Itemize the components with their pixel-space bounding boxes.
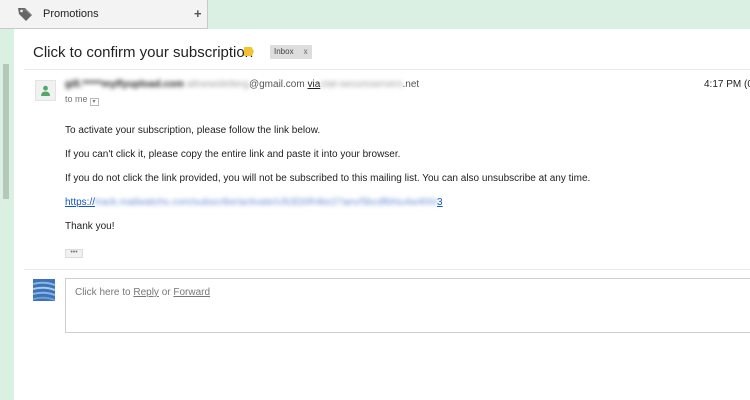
sender-email-domain: @gmail.com [248,79,305,90]
forward-link[interactable]: Forward [173,287,210,298]
email-time: 4:17 PM (0 [704,79,750,90]
reply-link[interactable]: Reply [133,287,159,298]
body-line-2: If you can't click it, please copy the e… [65,149,401,160]
recipient-line: to me ▾ [65,94,99,106]
body-line-3: If you do not click the link provided, y… [65,173,591,184]
reply-middle: or [158,287,174,298]
sender-name[interactable]: gill.*****mylfyupload.com [65,79,184,90]
scrollbar-thumb[interactable] [3,64,9,199]
via-domain-tld: .net [402,79,420,90]
link-blurred: track.mailwatchs.com/subscribe/activate/… [95,197,438,208]
tab-label: Promotions [43,8,99,20]
divider [24,69,750,70]
sender-line: gill.*****mylfyupload.com attnewsletterg… [65,79,419,90]
recipient-label: to me [65,94,88,104]
via-domain: ctat-secureservers [320,79,403,90]
via-link[interactable]: via [307,79,320,90]
show-trimmed-button[interactable]: ••• [65,249,83,258]
body-line-1: To activate your subscription, please fo… [65,125,321,136]
inbox-label-chip: Inbox x [270,45,312,59]
email-view: Click to confirm your subscription Inbox… [14,33,750,400]
tab-promotions[interactable]: Promotions + [0,0,208,29]
tag-icon [17,6,33,22]
user-avatar [33,279,55,301]
closing-text: Thank you! [65,221,115,232]
sender-email-local: attnewsletterg [186,79,249,90]
link-prefix: https:// [65,197,96,208]
reply-box[interactable]: Click here to Reply or Forward [65,278,750,333]
person-icon [41,85,50,96]
reply-prefix: Click here to [75,287,134,298]
confirmation-link[interactable]: https://track.mailwatchs.com/subscribe/a… [65,197,443,208]
inbox-label: Inbox [274,47,294,56]
add-tab-button[interactable]: + [194,6,202,21]
reply-prompt: Click here to Reply or Forward [75,287,210,298]
link-suffix: 3 [437,197,443,208]
remove-label-button[interactable]: x [304,47,308,56]
divider [24,269,750,270]
left-scroll-strip [0,29,14,400]
tab-bar: Promotions + [0,0,750,29]
sender-avatar [35,80,56,101]
email-subject: Click to confirm your subscription [33,44,254,61]
details-dropdown-icon[interactable]: ▾ [89,98,99,106]
